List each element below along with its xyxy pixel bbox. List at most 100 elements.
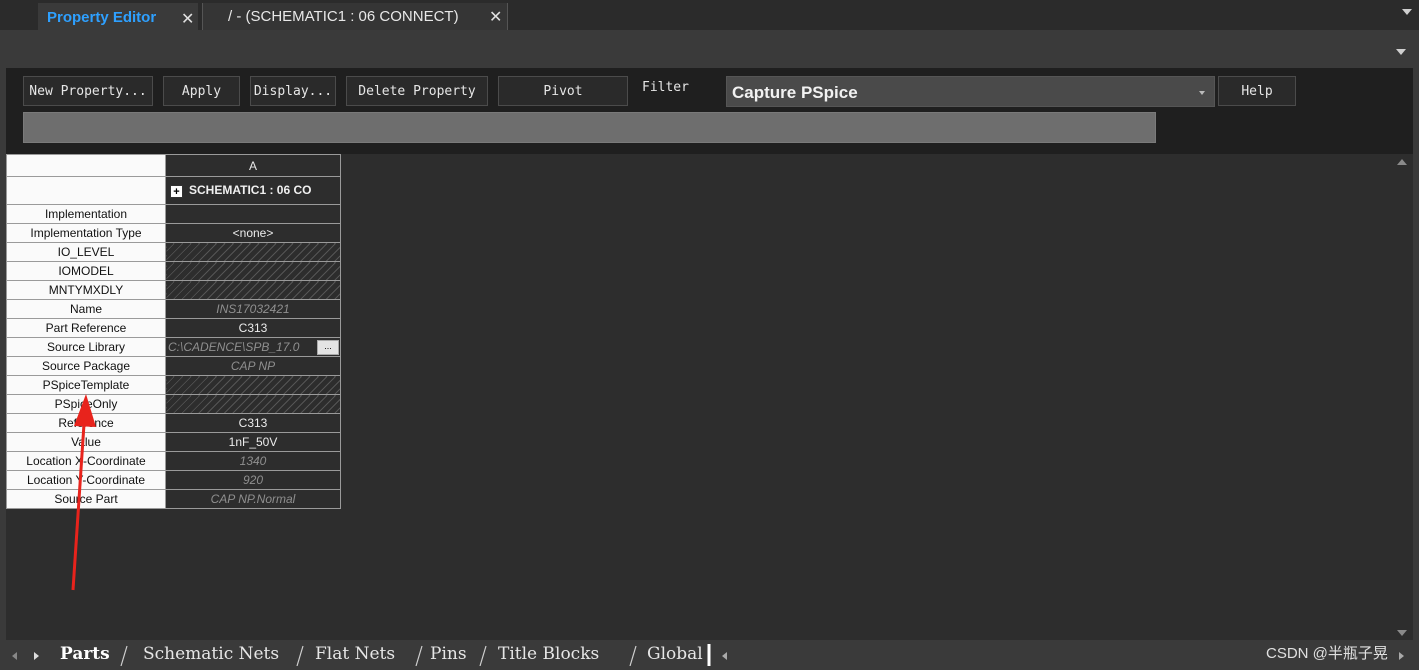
tab-divider bbox=[296, 645, 304, 666]
property-name-cell[interactable]: Part Reference bbox=[6, 318, 166, 338]
filter-select[interactable]: Capture PSpice bbox=[726, 76, 1215, 107]
tab-label: Property Editor bbox=[47, 9, 157, 26]
property-name-cell[interactable]: PSpiceTemplate bbox=[6, 375, 166, 395]
property-value-cell[interactable] bbox=[165, 375, 341, 395]
table-row: Location X-Coordinate 1340 bbox=[6, 451, 341, 471]
property-editor-header bbox=[6, 36, 1413, 68]
property-name-cell[interactable]: Source Library bbox=[6, 337, 166, 357]
delete-property-button[interactable]: Delete Property bbox=[346, 76, 488, 106]
table-row: Location Y-Coordinate 920 bbox=[6, 470, 341, 490]
browse-button[interactable]: ... bbox=[317, 340, 339, 355]
property-value-cell[interactable] bbox=[165, 242, 341, 262]
column-header[interactable]: A bbox=[165, 154, 341, 177]
table-row: IO_LEVEL bbox=[6, 242, 341, 262]
document-tab-strip: Property Editor ✕ / - (SCHEMATIC1 : 06 C… bbox=[0, 0, 1419, 30]
tab-scroll-right-icon[interactable] bbox=[34, 652, 39, 660]
grid-corner[interactable] bbox=[6, 154, 166, 177]
value-edit-field[interactable] bbox=[23, 112, 1156, 143]
table-row: MNTYMXDLY bbox=[6, 280, 341, 300]
hscroll-right-icon[interactable] bbox=[1399, 652, 1404, 660]
scroll-up-icon[interactable] bbox=[1397, 159, 1407, 165]
property-name-cell[interactable]: IO_LEVEL bbox=[6, 242, 166, 262]
close-icon[interactable]: ✕ bbox=[181, 9, 194, 29]
vertical-scrollbar[interactable] bbox=[1392, 154, 1413, 640]
property-name-cell[interactable]: Value bbox=[6, 432, 166, 452]
part-title-cell: + SCHEMATIC1 : 06 CO bbox=[165, 176, 341, 205]
sheet-tab[interactable]: Pins bbox=[430, 642, 467, 666]
property-name-cell[interactable]: Location X-Coordinate bbox=[6, 451, 166, 471]
property-value-cell[interactable]: C:\CADENCE\SPB_17.0... bbox=[165, 337, 341, 357]
tab-divider bbox=[707, 644, 711, 666]
property-value-cell[interactable]: 920 bbox=[165, 470, 341, 490]
table-row: PSpiceTemplate bbox=[6, 375, 341, 395]
property-value-cell[interactable] bbox=[165, 261, 341, 281]
title-row-header bbox=[6, 176, 166, 205]
part-title: SCHEMATIC1 : 06 CO bbox=[189, 183, 312, 198]
new-property-button[interactable]: New Property... bbox=[23, 76, 153, 106]
property-value-cell[interactable]: C313 bbox=[165, 318, 341, 338]
sheet-tab[interactable]: Schematic Nets bbox=[143, 642, 279, 666]
chevron-down-icon[interactable] bbox=[1396, 49, 1406, 55]
tab-scroll-left-icon[interactable] bbox=[12, 652, 17, 660]
property-name-cell[interactable]: Implementation bbox=[6, 204, 166, 224]
table-row: Source Part CAP NP.Normal bbox=[6, 489, 341, 509]
table-row: Name INS17032421 bbox=[6, 299, 341, 319]
property-name-cell[interactable]: Name bbox=[6, 299, 166, 319]
property-grid: A + SCHEMATIC1 : 06 CO Implementation Impl… bbox=[6, 154, 341, 509]
sheet-tab[interactable]: Global bbox=[647, 642, 703, 666]
property-value-cell[interactable] bbox=[165, 280, 341, 300]
tab-divider bbox=[479, 645, 487, 666]
property-toolbar: New Property... Apply Display... Delete … bbox=[6, 68, 1413, 154]
property-value-cell[interactable]: C313 bbox=[165, 413, 341, 433]
tab-property-editor[interactable]: Property Editor ✕ bbox=[38, 3, 198, 30]
sheet-tab[interactable]: Flat Nets bbox=[315, 642, 395, 666]
display-button[interactable]: Display... bbox=[250, 76, 336, 106]
hscroll-left-icon[interactable] bbox=[722, 652, 727, 660]
property-name-cell[interactable]: Source Part bbox=[6, 489, 166, 509]
property-value-cell[interactable]: CAP NP bbox=[165, 356, 341, 376]
watermark: CSDN @半瓶子晃 bbox=[1266, 645, 1388, 662]
scroll-down-icon[interactable] bbox=[1397, 630, 1407, 636]
table-row: Source Package CAP NP bbox=[6, 356, 341, 376]
tab-schematic-page[interactable]: / - (SCHEMATIC1 : 06 CONNECT) ✕ bbox=[202, 3, 508, 30]
table-row: Value 1nF_50V bbox=[6, 432, 341, 452]
help-button[interactable]: Help bbox=[1218, 76, 1296, 106]
property-value-cell[interactable] bbox=[165, 394, 341, 414]
property-name-cell[interactable]: Implementation Type bbox=[6, 223, 166, 243]
dropdown-arrow-icon[interactable] bbox=[1199, 91, 1205, 95]
table-row: IOMODEL bbox=[6, 261, 341, 281]
property-value-cell[interactable]: INS17032421 bbox=[165, 299, 341, 319]
sheet-tab[interactable]: Title Blocks bbox=[498, 642, 599, 666]
chevron-down-icon[interactable] bbox=[1402, 9, 1412, 15]
tab-label: / - (SCHEMATIC1 : 06 CONNECT) bbox=[228, 8, 459, 25]
filter-selected-value: Capture PSpice bbox=[732, 83, 858, 102]
close-icon[interactable]: ✕ bbox=[489, 7, 502, 27]
filter-label: Filter bbox=[642, 80, 689, 95]
property-name-cell[interactable]: IOMODEL bbox=[6, 261, 166, 281]
tab-divider bbox=[629, 645, 637, 666]
table-row: Reference C313 bbox=[6, 413, 341, 433]
tab-divider bbox=[120, 645, 128, 666]
tab-divider bbox=[415, 645, 423, 666]
property-value-cell[interactable] bbox=[165, 204, 341, 224]
property-name-cell[interactable]: Location Y-Coordinate bbox=[6, 470, 166, 490]
property-value-cell[interactable]: <none> bbox=[165, 223, 341, 243]
property-name-cell[interactable]: Reference bbox=[6, 413, 166, 433]
table-row: Part Reference C313 bbox=[6, 318, 341, 338]
property-name-cell[interactable]: MNTYMXDLY bbox=[6, 280, 166, 300]
table-row: Implementation bbox=[6, 204, 341, 224]
property-name-cell[interactable]: Source Package bbox=[6, 356, 166, 376]
table-row: Source Library C:\CADENCE\SPB_17.0... bbox=[6, 337, 341, 357]
pivot-button[interactable]: Pivot bbox=[498, 76, 628, 106]
property-value-cell[interactable]: 1nF_50V bbox=[165, 432, 341, 452]
property-value-cell[interactable]: CAP NP.Normal bbox=[165, 489, 341, 509]
property-value-cell[interactable]: 1340 bbox=[165, 451, 341, 471]
source-library-value: C:\CADENCE\SPB_17.0 bbox=[168, 340, 300, 354]
expand-icon[interactable]: + bbox=[170, 184, 183, 198]
table-row: PSpiceOnly bbox=[6, 394, 341, 414]
sheet-tab[interactable]: Parts bbox=[60, 642, 110, 666]
table-row: Implementation Type <none> bbox=[6, 223, 341, 243]
apply-button[interactable]: Apply bbox=[163, 76, 240, 106]
sheet-tab-bar: Parts Schematic Nets Flat Nets Pins Title Bl… bbox=[0, 640, 1419, 670]
property-name-cell[interactable]: PSpiceOnly bbox=[6, 394, 166, 414]
